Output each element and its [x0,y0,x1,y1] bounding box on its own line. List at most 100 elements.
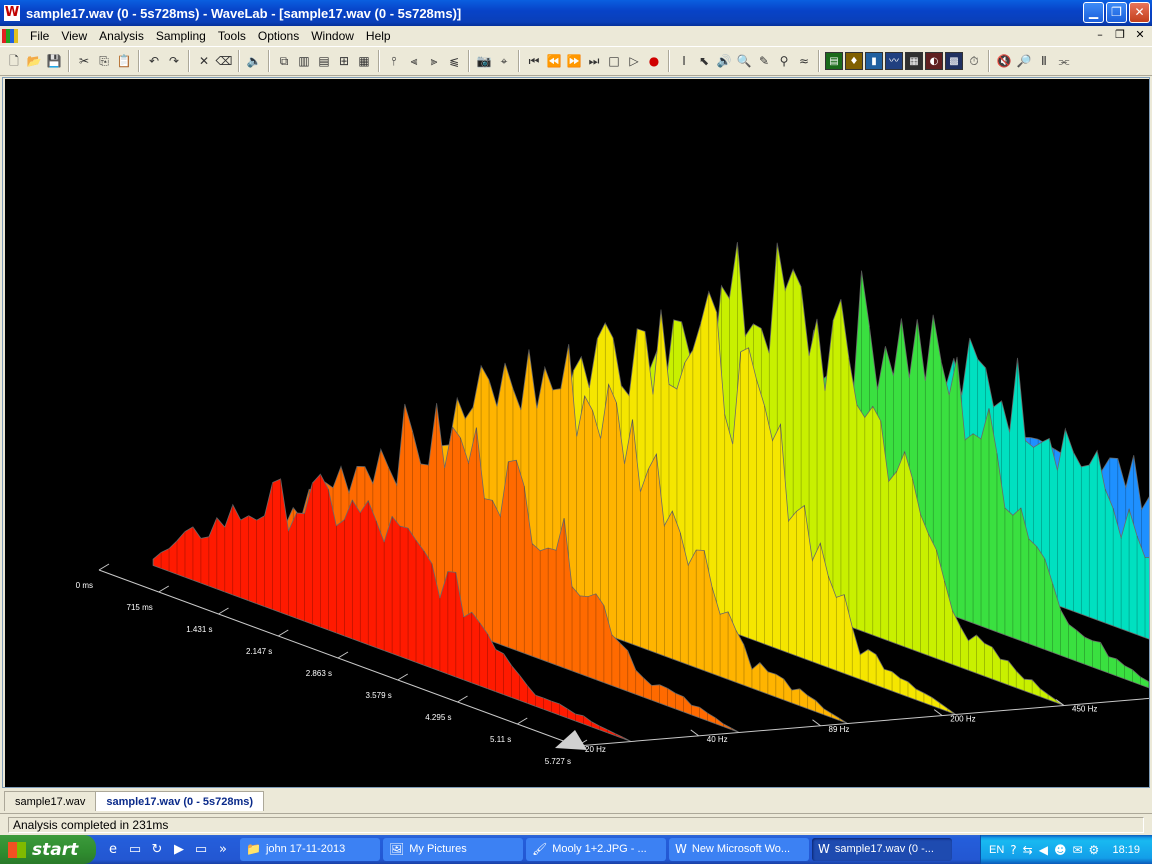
clock-icon[interactable]: ⏱ [965,52,983,70]
crossfade-icon[interactable]: ⫘ [1055,52,1073,70]
layout-icon[interactable]: ▦ [355,52,373,70]
start-button[interactable]: start [0,835,96,864]
window-cascade-icon[interactable]: ⧉ [275,52,293,70]
phase-icon[interactable]: ◐ [925,52,943,70]
go-start-icon[interactable]: ⏮ [525,52,543,70]
restore-button[interactable]: ❐ [1106,2,1127,23]
meter-icon[interactable]: ▤ [825,52,843,70]
toolbar-separator [468,50,470,72]
marker-icon[interactable]: ⫯ [385,52,403,70]
task-wavelab[interactable]: W sample17.wav (0 -... [812,838,952,861]
chevron-more-icon[interactable]: » [214,841,232,859]
tile-horizontal-icon[interactable]: ▤ [315,52,333,70]
delete-icon[interactable]: ✕ [195,52,213,70]
erase-icon[interactable]: ⌫ [215,52,233,70]
stop-icon[interactable]: □ [605,52,623,70]
frequency-tick [933,709,943,717]
media-player-icon[interactable]: ▶ [170,841,188,859]
frequency-tick-label: 20 Hz [585,745,606,754]
toolbar-separator [818,50,820,72]
settings-icon[interactable]: ⚙ [1089,843,1100,857]
network-icon[interactable]: ⇆ [1023,843,1033,857]
menu-help[interactable]: Help [360,29,397,43]
menu-analysis[interactable]: Analysis [93,29,150,43]
arrange-icon[interactable]: ⊞ [335,52,353,70]
open-icon[interactable]: 📂 [25,52,43,70]
toolbar-separator [138,50,140,72]
language-indicator[interactable]: EN [989,844,1004,856]
tile-vertical-icon[interactable]: ▥ [295,52,313,70]
mdi-minimize-button[interactable]: – [1092,28,1108,42]
play-icon[interactable]: ▷ [625,52,643,70]
spectro-icon[interactable]: ▩ [945,52,963,70]
pause-icon[interactable]: Ⅱ [1035,52,1053,70]
minimize-button[interactable]: ▁ [1083,2,1104,23]
marker-multi-icon[interactable]: ⫹ [445,52,463,70]
frequency-tick-label: 40 Hz [707,735,728,744]
tab-sample17-range[interactable]: sample17.wav (0 - 5s728ms) [95,791,265,811]
task-my-pictures[interactable]: 🖼 My Pictures [383,838,523,861]
select-icon[interactable]: ⬉ [695,52,713,70]
spectrum-icon[interactable]: ♦ [845,52,863,70]
time-tick-label: 4.295 s [425,713,451,722]
close-button[interactable]: ✕ [1129,2,1150,23]
menu-window[interactable]: Window [305,29,360,43]
word-icon: W [675,842,687,856]
marker-next-icon[interactable]: ⫸ [425,52,443,70]
toolbar-separator [988,50,990,72]
menu-file[interactable]: File [24,29,55,43]
mute-icon[interactable]: 🔇 [995,52,1013,70]
task-john-folder[interactable]: 📁 john 17-11-2013 [240,838,380,861]
save-icon[interactable]: 💾 [45,52,63,70]
window-icon[interactable]: ▭ [192,841,210,859]
new-icon[interactable]: 🗋 [5,52,23,70]
copy-icon[interactable]: ⎘ [95,52,113,70]
menu-view[interactable]: View [55,29,93,43]
time-tick-label: 3.579 s [366,691,392,700]
wave-icon[interactable]: 〰 [885,52,903,70]
volume-icon[interactable]: 🔊 [715,52,733,70]
record-icon[interactable]: ● [645,52,663,70]
mdi-restore-button[interactable]: ❐ [1112,28,1128,42]
show-desktop-icon[interactable]: ▭ [126,841,144,859]
3d-frequency-chart[interactable]: 0 ms 715 ms 1.431 s 2.147 s 2.863 s 3.579 s 4.… [5,79,1149,787]
search-icon[interactable]: 🔎 [1015,52,1033,70]
task-mooly-jpg[interactable]: 🖌 Mooly 1+2.JPG - ... [526,838,666,861]
task-word-document[interactable]: W New Microsoft Wo... [669,838,809,861]
mdi-close-button[interactable]: ✕ [1132,28,1148,42]
go-end-icon[interactable]: ⏭ [585,52,603,70]
zoom-icon[interactable]: 🔍 [735,52,753,70]
bar-meter-icon[interactable]: ▦ [905,52,923,70]
tool-a-icon[interactable]: ⚲ [775,52,793,70]
level-icon[interactable]: ▮ [865,52,883,70]
fast-forward-icon[interactable]: ⏩ [565,52,583,70]
speaker-icon[interactable]: 🔈 [245,52,263,70]
wavelab-app-icon[interactable]: W [4,5,20,21]
cut-icon[interactable]: ✂ [75,52,93,70]
tab-sample17[interactable]: sample17.wav [4,791,97,811]
menu-sampling[interactable]: Sampling [150,29,212,43]
menu-options[interactable]: Options [252,29,305,43]
tray-expand-icon[interactable]: ◀ [1039,843,1048,857]
task-label: Mooly 1+2.JPG - ... [552,843,647,855]
tool-b-icon[interactable]: ≈ [795,52,813,70]
marker-prev-icon[interactable]: ⫷ [405,52,423,70]
pencil-icon[interactable]: ✎ [755,52,773,70]
menu-tools[interactable]: Tools [212,29,252,43]
mail-icon[interactable]: ✉ [1072,843,1082,857]
ie-icon[interactable]: e [104,841,122,859]
cursor-icon[interactable]: Ⅰ [675,52,693,70]
start-label: start [32,839,79,860]
redo-icon[interactable]: ↷ [165,52,183,70]
undo-icon[interactable]: ↶ [145,52,163,70]
document-icon[interactable] [2,29,18,43]
help-icon[interactable]: ? [1010,843,1016,857]
window-controls: ▁ ❐ ✕ [1083,2,1150,23]
messenger-icon[interactable]: ☻ [1054,843,1067,857]
paste-icon[interactable]: 📋 [115,52,133,70]
rewind-icon[interactable]: ⏪ [545,52,563,70]
crop-icon[interactable]: ⌖ [495,52,513,70]
refresh-icon[interactable]: ↻ [148,841,166,859]
snapshot-icon[interactable]: 📷 [475,52,493,70]
task-label: john 17-11-2013 [265,843,346,855]
